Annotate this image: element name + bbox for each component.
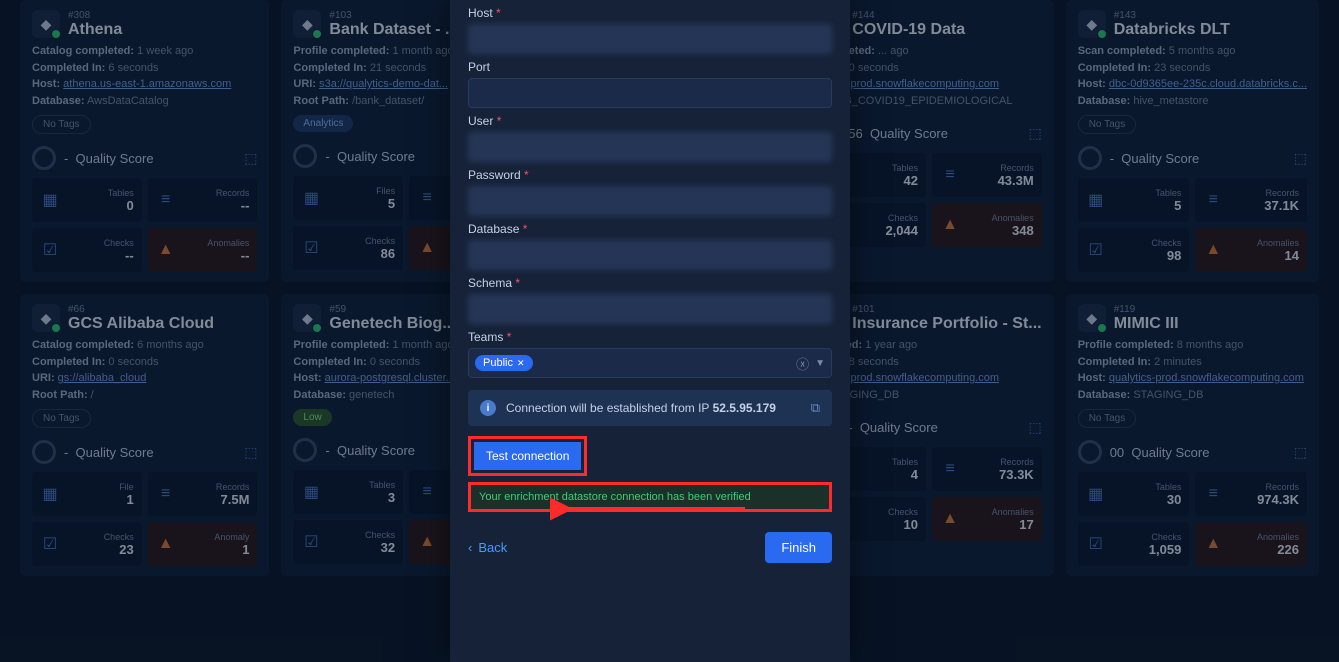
password-input[interactable] [468,186,832,216]
user-label: User * [468,114,832,128]
schema-input[interactable] [468,294,832,324]
schema-label: Schema * [468,276,832,290]
ip-info-banner: i Connection will be established from IP… [468,390,832,426]
caret-down-icon[interactable]: ▼ [815,358,825,369]
finish-button[interactable]: Finish [765,532,832,563]
copy-icon[interactable]: ⧉ [811,400,820,416]
back-button[interactable]: ‹ Back [468,540,507,555]
port-input[interactable] [468,78,832,108]
database-label: Database * [468,222,832,236]
host-label: Host * [468,6,832,20]
connection-modal: Host * Port User * Password * Database *… [450,0,850,662]
info-icon: i [480,400,496,416]
database-input[interactable] [468,240,832,270]
teams-select[interactable]: Public ✕ ⓧ ▼ [468,348,832,378]
password-label: Password * [468,168,832,182]
user-input[interactable] [468,132,832,162]
chip-remove-icon[interactable]: ✕ [517,358,525,369]
host-input[interactable] [468,24,832,54]
success-message: Your enrichment datastore connection has… [479,491,821,503]
port-label: Port [468,60,832,74]
highlight-success-message: Your enrichment datastore connection has… [468,482,832,512]
teams-label: Teams * [468,330,832,344]
clear-icon[interactable]: ⓧ [796,354,809,373]
highlight-test-connection: Test connection [468,436,587,476]
test-connection-button[interactable]: Test connection [474,442,581,470]
team-chip[interactable]: Public ✕ [475,355,533,371]
chevron-left-icon: ‹ [468,540,472,555]
